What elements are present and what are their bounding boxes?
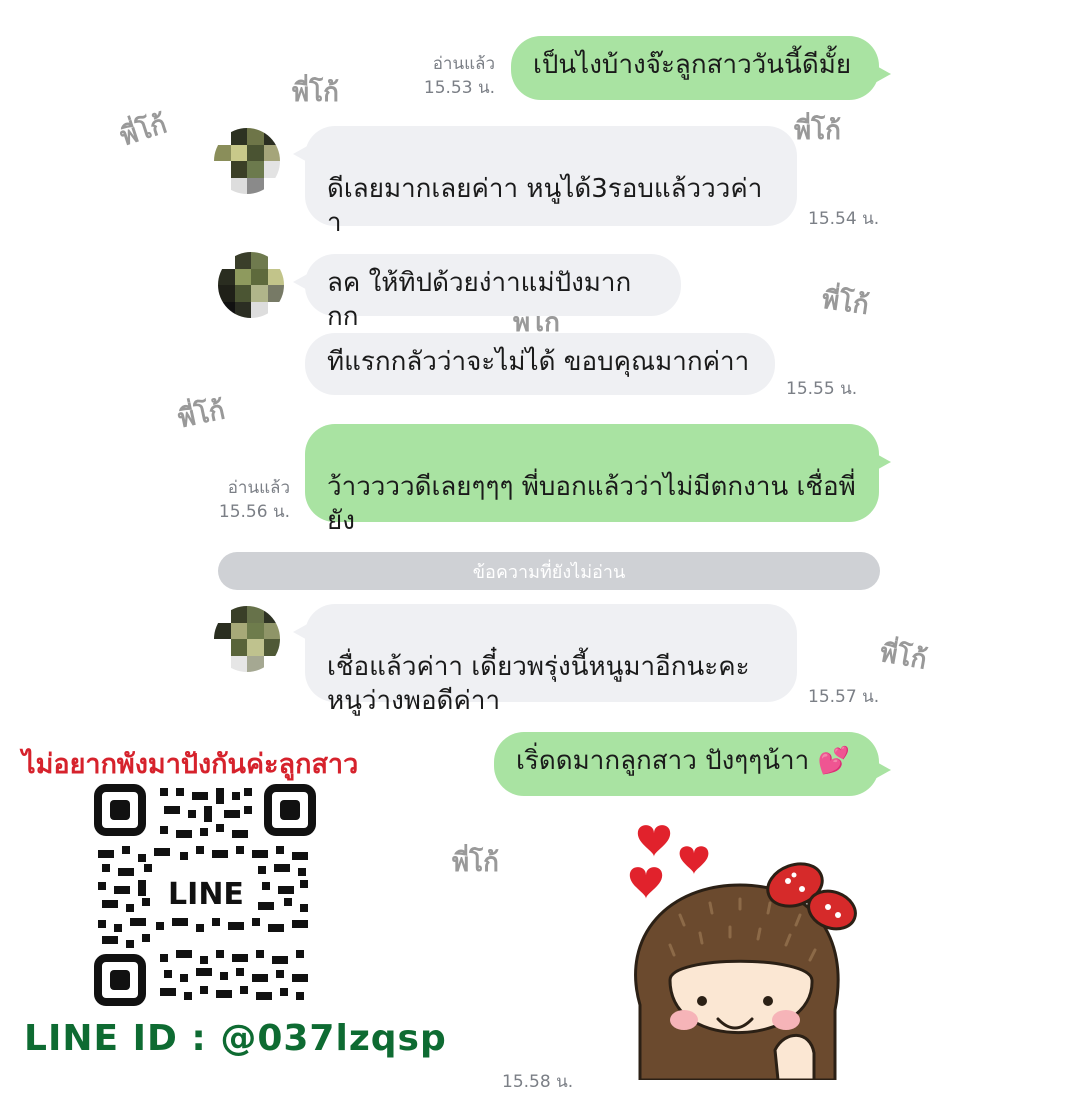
contact-avatar[interactable] [218, 252, 284, 318]
read-receipt: อ่านแล้ว 15.56 น. [218, 478, 290, 522]
message-text: ทีแรกกลัวว่าจะไม่ได้ ขอบคุณมากค่าา [327, 347, 750, 377]
read-receipt: อ่านแล้ว 15.53 น. [423, 54, 495, 98]
outgoing-message[interactable]: เป็นไงบ้างจ๊ะลูกสาววันนี้ดีมั้ย [511, 36, 891, 100]
qr-code[interactable]: LINE [94, 784, 316, 1006]
incoming-message[interactable]: ลค ให้ทิปด้วยง่าาแม่ปังมากกก [293, 254, 681, 332]
message-text: เป็นไงบ้างจ๊ะลูกสาววันนี้ดีมั้ย [533, 50, 852, 80]
qr-finder-icon [264, 784, 316, 836]
incoming-message[interactable]: ทีแรกกลัวว่าจะไม่ได้ ขอบคุณมากค่าา [305, 333, 775, 395]
watermark: พี่โก้ [452, 848, 499, 878]
watermark: พี่โก้ [116, 109, 171, 153]
message-text: เชื่อแล้วค่าา เดี๋ยวพรุ่งนี้หนูมาอีกนะคะ… [327, 652, 750, 716]
qr-line-label: LINE [164, 876, 248, 914]
contact-avatar[interactable] [214, 606, 280, 672]
qr-finder-icon [94, 784, 146, 836]
watermark: พี่โก้ [292, 78, 339, 108]
qr-finder-icon [94, 954, 146, 1006]
outgoing-message[interactable]: ว้าววววดีเลยๆๆๆ พี่บอกแล้วว่าไม่มีตกงาน … [305, 424, 891, 536]
timestamp: 15.57 น. [808, 687, 880, 707]
watermark: พี่โก้ [820, 284, 871, 322]
message-text: ลค ให้ทิปด้วยง่าาแม่ปังมากกก [327, 268, 632, 332]
watermark: พี่โก้ [794, 116, 841, 146]
contact-avatar[interactable] [214, 128, 280, 194]
incoming-message[interactable]: เชื่อแล้วค่าา เดี๋ยวพรุ่งนี้หนูมาอีกนะคะ… [293, 604, 797, 716]
message-text: ว้าววววดีเลยๆๆๆ พี่บอกแล้วว่าไม่มีตกงาน … [327, 472, 856, 536]
two-hearts-emoji: 💕 [817, 746, 850, 776]
line-id-text: LINE ID : @037lzqsp [24, 1018, 447, 1059]
sticker-girl-with-hearts-icon[interactable] [600, 815, 860, 1080]
message-text: ดีเลยมากเลยค่าา หนูได้3รอบแล้วววค่า า [327, 174, 763, 238]
watermark: พี่โก้ [175, 395, 228, 435]
promo-title: ไม่อยากพังมาปังกันค่ะลูกสาว [22, 749, 359, 780]
incoming-message[interactable]: ดีเลยมากเลยค่าา หนูได้3รอบแล้วววค่า า [293, 126, 797, 238]
timestamp: 15.55 น. [786, 379, 858, 399]
outgoing-message[interactable]: เริ่ดดมากลูกสาว ปังๆๆน้าา 💕 [494, 732, 891, 796]
unread-divider: ข้อความที่ยังไม่อ่าน [218, 552, 880, 590]
watermark: พี่โก้ [877, 638, 930, 676]
timestamp: 15.54 น. [808, 209, 880, 229]
message-text: เริ่ดดมากลูกสาว ปังๆๆน้าา [516, 746, 810, 776]
timestamp: 15.58 น. [502, 1072, 574, 1092]
